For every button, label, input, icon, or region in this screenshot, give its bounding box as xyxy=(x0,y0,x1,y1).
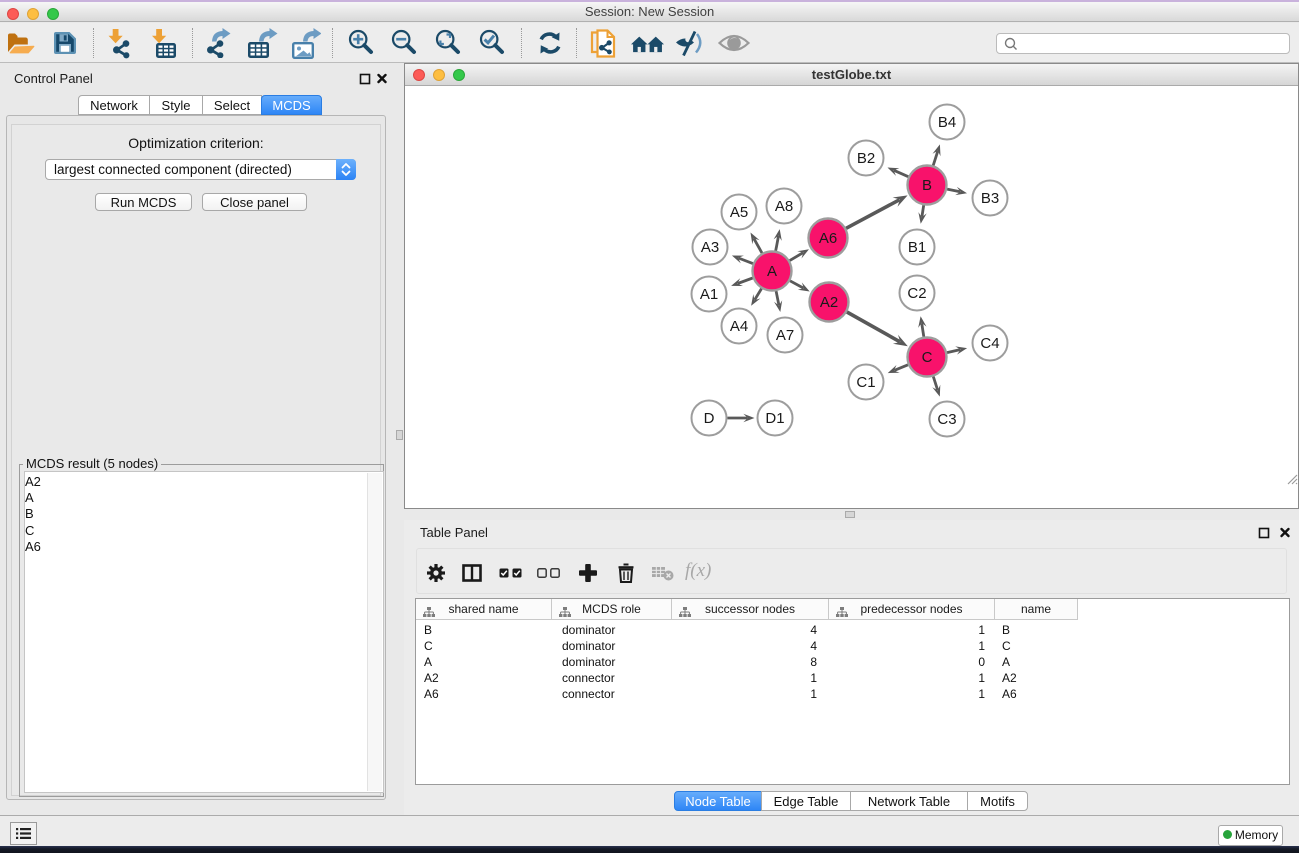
svg-text:B3: B3 xyxy=(981,190,999,207)
svg-text:A8: A8 xyxy=(775,198,793,215)
svg-text:A1: A1 xyxy=(700,286,718,303)
svg-text:B: B xyxy=(922,177,932,194)
svg-text:A3: A3 xyxy=(701,239,719,256)
svg-text:A: A xyxy=(767,263,777,280)
svg-text:A4: A4 xyxy=(730,318,748,335)
svg-text:A2: A2 xyxy=(820,294,838,311)
svg-text:A7: A7 xyxy=(776,327,794,344)
svg-text:D1: D1 xyxy=(765,410,784,427)
svg-text:B4: B4 xyxy=(938,114,956,131)
svg-text:C: C xyxy=(922,349,933,366)
svg-text:A6: A6 xyxy=(819,230,837,247)
svg-text:B2: B2 xyxy=(857,150,875,167)
svg-text:C1: C1 xyxy=(856,374,875,391)
svg-text:D: D xyxy=(704,410,715,427)
svg-text:C3: C3 xyxy=(937,411,956,428)
svg-text:C4: C4 xyxy=(980,335,999,352)
svg-text:A5: A5 xyxy=(730,204,748,221)
svg-text:C2: C2 xyxy=(907,285,926,302)
svg-text:B1: B1 xyxy=(908,239,926,256)
